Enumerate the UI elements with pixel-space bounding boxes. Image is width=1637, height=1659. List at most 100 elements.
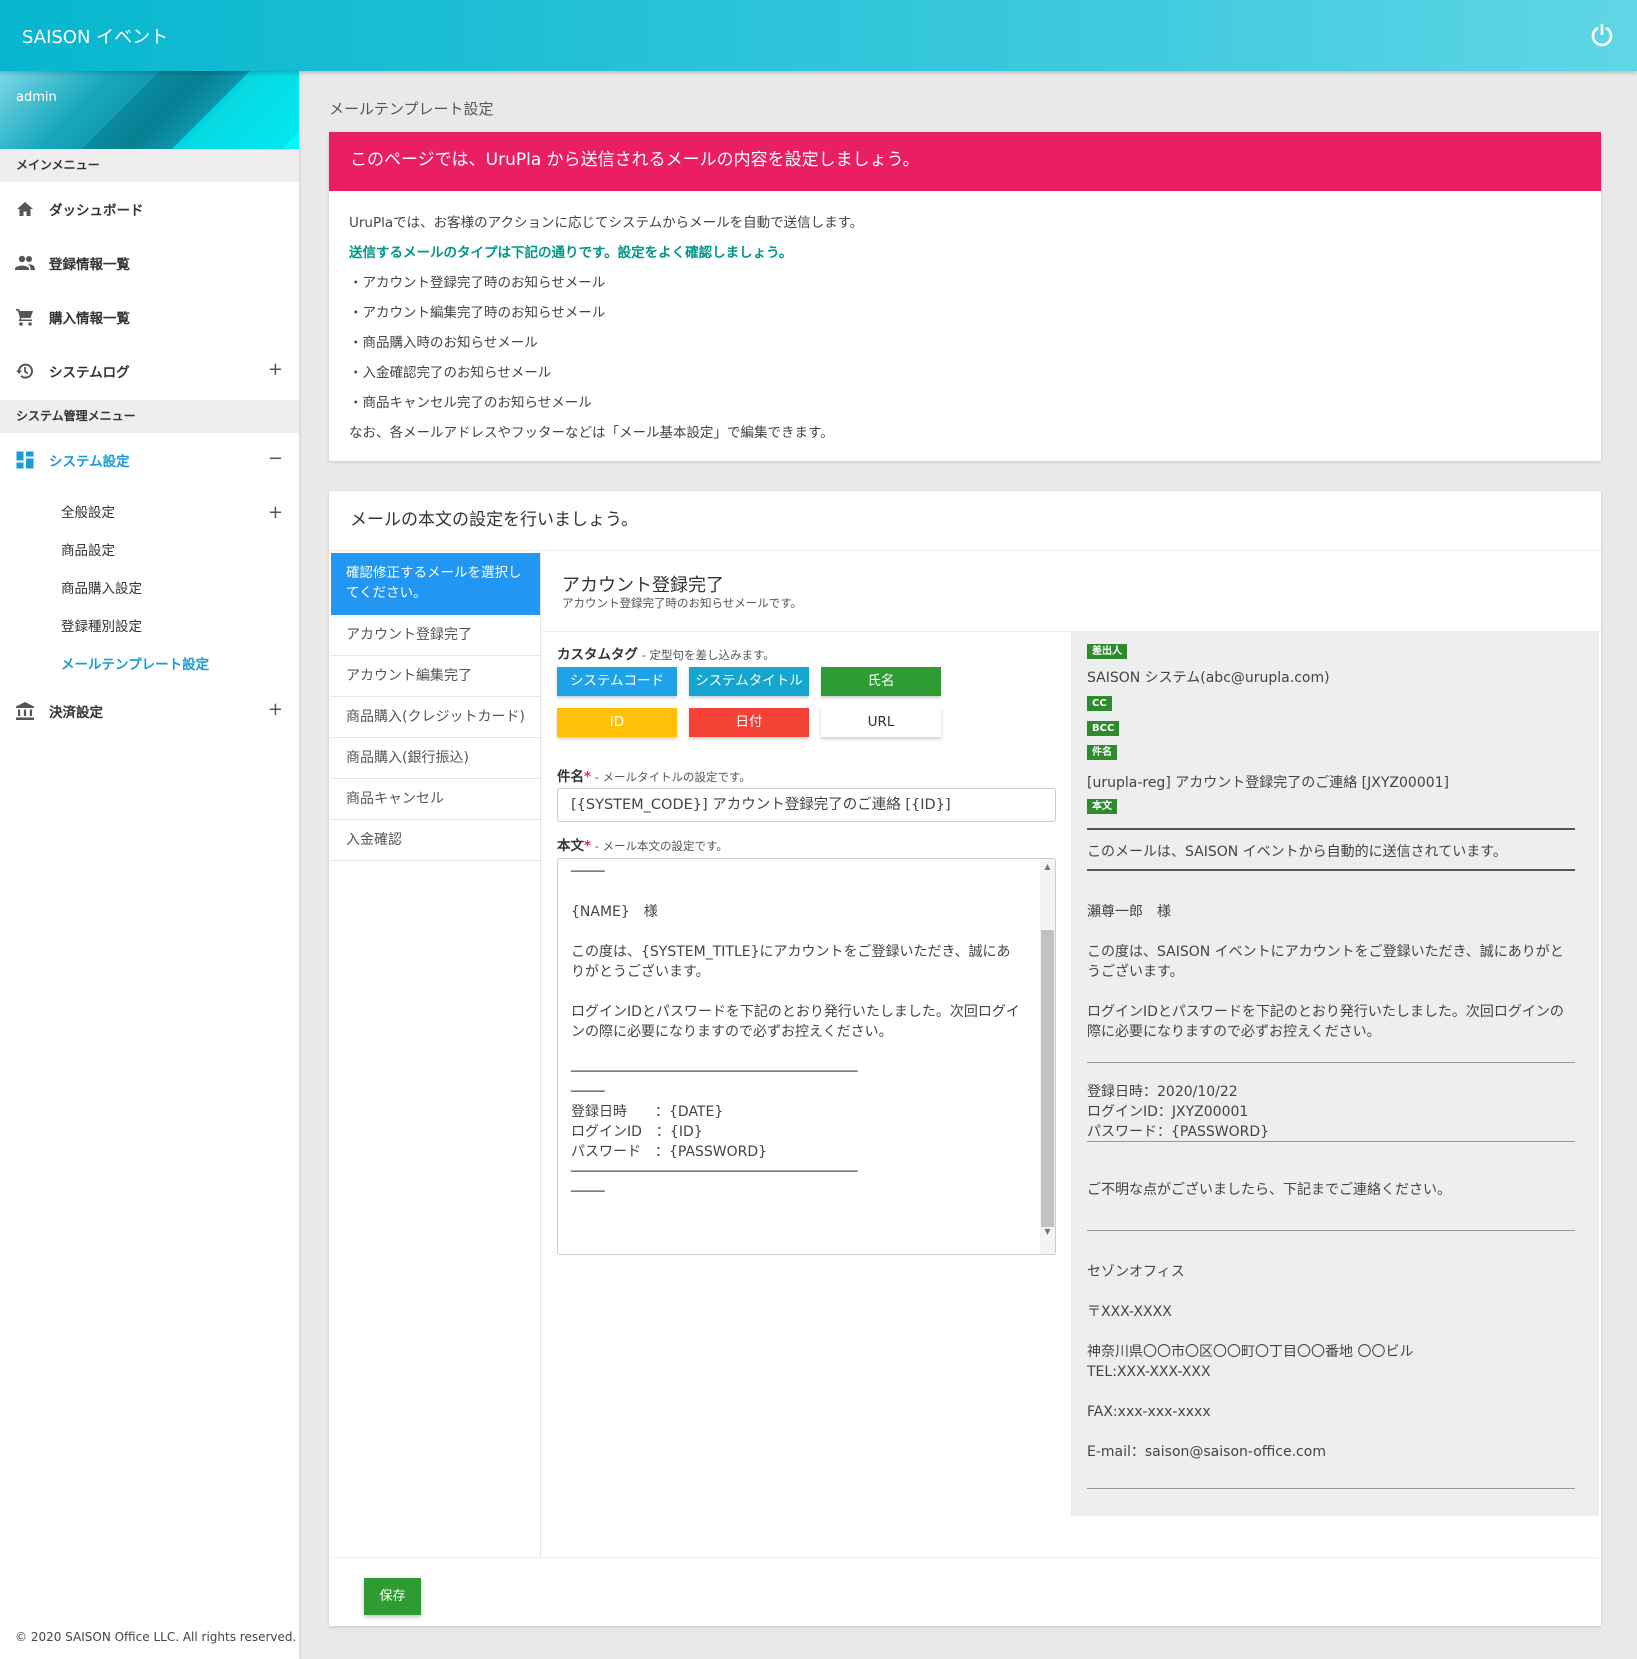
sidebar-item-label: システム設定	[49, 454, 130, 470]
mail-type-item: ・商品購入時のお知らせメール	[349, 335, 538, 351]
tag-name-button[interactable]: 氏名	[821, 667, 941, 696]
tag-url-button[interactable]: URL	[821, 708, 941, 737]
expand-icon[interactable]: +	[268, 699, 283, 720]
sidebar-subitem-mail-template[interactable]: メールテンプレート設定	[0, 646, 299, 684]
cc-badge: CC	[1087, 696, 1112, 711]
people-icon	[14, 252, 36, 274]
body-label-text: 本文	[557, 838, 584, 854]
sidebar-item-purchases[interactable]: 購入情報一覧	[0, 290, 299, 344]
subject-badge: 件名	[1087, 745, 1117, 760]
intro-note: なお、各メールアドレスやフッターなどは「メール基本設定」で編集できます。	[349, 425, 834, 441]
copyright: © 2020 SAISON Office LLC. All rights res…	[15, 1630, 297, 1644]
power-icon[interactable]	[1589, 22, 1615, 48]
scroll-down-icon[interactable]: ▼	[1043, 1227, 1052, 1236]
preview-paragraph: ログインIDとパスワードを下記のとおり発行いたしました。次回ログインの際に必要に…	[1087, 1004, 1564, 1040]
sidebar-item-system-log[interactable]: システムログ +	[0, 344, 299, 398]
scrollbar[interactable]: ▲ ▼	[1040, 859, 1055, 1254]
body-text[interactable]: ──── {NAME} 様 この度は、{SYSTEM_TITLE}にアカウントを…	[571, 862, 1021, 1202]
sidebar-subitem-purchase-settings[interactable]: 商品購入設定	[0, 570, 299, 608]
intro-text: UruPlaでは、お客様のアクションに応じてシステムからメールを自動で送信します…	[349, 215, 864, 231]
sidebar-subitem-registration-types[interactable]: 登録種別設定	[0, 608, 299, 646]
sidebar-subitem-general[interactable]: 全般設定 +	[0, 494, 299, 532]
preview-office: セゾンオフィス	[1087, 1264, 1185, 1280]
scrollbar-thumb[interactable]	[1041, 930, 1054, 1227]
home-icon	[14, 198, 36, 220]
body-label: 本文* - メール本文の設定です。	[557, 834, 728, 854]
subject-label-text: 件名	[557, 769, 584, 785]
collapse-icon[interactable]: −	[268, 448, 283, 469]
template-title: アカウント登録完了	[562, 575, 724, 596]
preview-address: 神奈川県〇〇市〇区〇〇町〇丁目〇〇番地 〇〇ビル TEL:XXX-XXX-XXX	[1087, 1344, 1414, 1380]
sidebar-subitem-products[interactable]: 商品設定	[0, 532, 299, 570]
top-bar: SAISON イベント	[0, 0, 1637, 71]
mail-preview: 差出人 SAISON システム(abc@urupla.com) CC BCC 件…	[1071, 632, 1599, 1516]
admin-menu-header: システム管理メニュー	[0, 400, 299, 433]
custom-tag-label: カスタムタグ - 定型句を差し込みます。	[557, 643, 775, 663]
custom-tag-hint: - 定型句を差し込みます。	[638, 648, 775, 662]
preview-fax: FAX:xxx-xxx-xxxx	[1087, 1404, 1211, 1420]
preview-login-info: 登録日時：2020/10/22 ログインID：JXYZ00001 パスワード：{…	[1087, 1084, 1270, 1140]
sidebar-item-system-settings[interactable]: システム設定 −	[0, 433, 299, 487]
from-badge: 差出人	[1087, 644, 1127, 659]
mail-type-item: ・アカウント編集完了時のお知らせメール	[349, 305, 606, 321]
app-title[interactable]: SAISON イベント	[22, 23, 168, 49]
mail-type-item: ・入金確認完了のお知らせメール	[349, 365, 552, 381]
divider	[1087, 869, 1575, 871]
from-value: SAISON システム(abc@urupla.com)	[1087, 670, 1330, 686]
tab-payment-confirmed[interactable]: 入金確認	[331, 820, 540, 861]
intro-heading: このページでは、UruPla から送信されるメールの内容を設定しましょう。	[329, 132, 1601, 191]
tab-account-edited[interactable]: アカウント編集完了	[331, 656, 540, 697]
tag-date-button[interactable]: 日付	[689, 708, 809, 737]
tag-system-code-button[interactable]: システムコード	[557, 667, 677, 696]
scroll-up-icon[interactable]: ▲	[1043, 862, 1052, 871]
sidebar-subitem-label: 商品設定	[61, 543, 115, 559]
sidebar-subitem-label: 登録種別設定	[61, 619, 142, 635]
bcc-badge: BCC	[1087, 721, 1120, 736]
tab-purchase-bank[interactable]: 商品購入(銀行振込)	[331, 738, 540, 779]
divider	[331, 1557, 1599, 1558]
subject-input[interactable]: [{SYSTEM_CODE}] アカウント登録完了のご連絡 [{ID}]	[557, 788, 1056, 822]
sidebar-item-label: 登録情報一覧	[49, 257, 130, 273]
sidebar-subitem-label: 全般設定	[61, 505, 115, 521]
tag-id-button[interactable]: ID	[557, 708, 677, 737]
tab-account-registered[interactable]: アカウント登録完了	[331, 615, 540, 656]
history-icon	[14, 360, 36, 382]
tag-system-title-button[interactable]: システムタイトル	[689, 667, 809, 696]
bank-icon	[14, 700, 36, 722]
expand-icon[interactable]: +	[268, 359, 283, 380]
sidebar-item-dashboard[interactable]: ダッシュボード	[0, 182, 299, 236]
sidebar-item-payment[interactable]: 決済設定 +	[0, 684, 299, 738]
intro-highlight: 送信するメールのタイプは下記の通りです。設定をよく確認しましょう。	[349, 245, 793, 261]
subject-hint: - メールタイトルの設定です。	[591, 770, 751, 784]
body-hint: - メール本文の設定です。	[591, 839, 728, 853]
body-badge: 本文	[1087, 799, 1117, 814]
subject-value: [urupla-reg] アカウント登録完了のご連絡 [JXYZ00001]	[1087, 775, 1450, 791]
subject-label: 件名* - メールタイトルの設定です。	[557, 765, 751, 785]
body-textarea[interactable]: ──── {NAME} 様 この度は、{SYSTEM_TITLE}にアカウントを…	[557, 858, 1056, 1255]
sidebar-item-label: 決済設定	[49, 705, 103, 721]
dashboard-icon	[14, 449, 36, 471]
save-button[interactable]: 保存	[364, 1578, 421, 1615]
editor-heading: メールの本文の設定を行いましょう。	[329, 491, 1601, 551]
sidebar-item-label: システムログ	[49, 365, 130, 381]
mail-type-item: ・アカウント登録完了時のお知らせメール	[349, 275, 606, 291]
preview-greeting: 瀬尊一郎 様	[1087, 904, 1171, 920]
intro-body: UruPlaでは、お客様のアクションに応じてシステムからメールを自動で送信します…	[329, 191, 1601, 465]
user-name[interactable]: admin	[16, 90, 57, 105]
divider	[1087, 828, 1575, 830]
required-mark: *	[584, 838, 592, 854]
template-subtitle: アカウント登録完了時のお知らせメールです。	[562, 596, 803, 610]
mail-type-item: ・商品キャンセル完了のお知らせメール	[349, 395, 592, 411]
sidebar-item-label: 購入情報一覧	[49, 311, 130, 327]
custom-tag-title: カスタムタグ	[557, 647, 638, 663]
tab-purchase-cancel[interactable]: 商品キャンセル	[331, 779, 540, 820]
page-title: メールテンプレート設定	[329, 100, 494, 118]
preview-email: E-mail：saison@saison-office.com	[1087, 1444, 1326, 1460]
tab-purchase-credit[interactable]: 商品購入(クレジットカード)	[331, 697, 540, 738]
user-banner: admin	[0, 71, 299, 149]
sidebar: admin メインメニュー ダッシュボード 登録情報一覧 購入情報一覧 システム…	[0, 71, 299, 1659]
sidebar-item-registrations[interactable]: 登録情報一覧	[0, 236, 299, 290]
required-mark: *	[584, 769, 592, 785]
expand-icon[interactable]: +	[268, 494, 283, 532]
preview-contact: ご不明な点がございましたら、下記までご連絡ください。	[1087, 1182, 1451, 1198]
